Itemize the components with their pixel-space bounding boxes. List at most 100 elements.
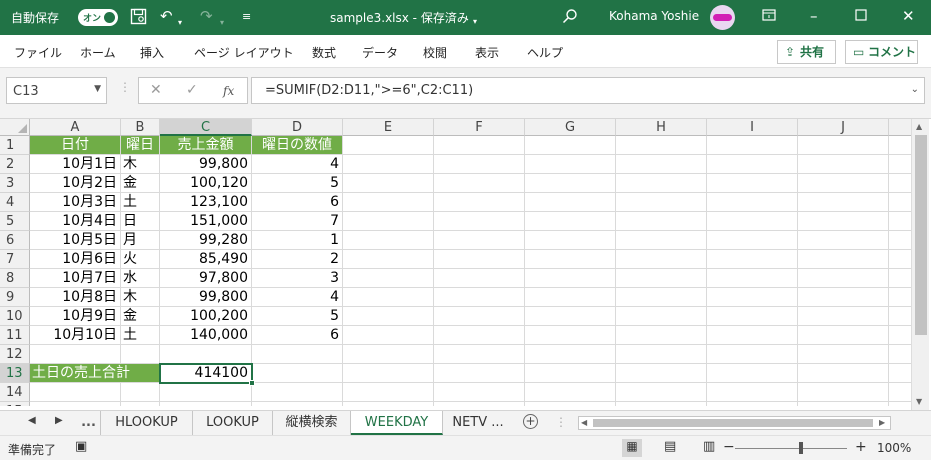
grid-cell[interactable] [343, 231, 434, 250]
grid-cell[interactable] [434, 326, 525, 345]
grid-cell[interactable] [616, 364, 707, 383]
grid-cell[interactable] [343, 136, 434, 155]
tab-review[interactable]: 校閲 [423, 44, 447, 61]
row-header[interactable]: 4 [0, 193, 30, 212]
formula-input[interactable]: =SUMIF(D2:D11,">=6",C2:C11) ⌄ [251, 77, 925, 104]
row-header[interactable]: 7 [0, 250, 30, 269]
ribbon-display-icon[interactable] [762, 8, 776, 26]
grid-cell[interactable] [798, 155, 889, 174]
grid-cell[interactable]: 3 [252, 269, 343, 288]
column-header-k[interactable] [889, 119, 911, 136]
grid-cell[interactable] [434, 174, 525, 193]
tab-formulas[interactable]: 数式 [312, 44, 336, 61]
grid-cell[interactable]: 木 [121, 288, 160, 307]
grid-cell[interactable] [525, 326, 616, 345]
macro-record-icon[interactable]: ▣ [75, 439, 87, 454]
grid-cell[interactable] [707, 193, 798, 212]
grid-cell[interactable]: 木 [121, 155, 160, 174]
row-header[interactable]: 15 [0, 402, 30, 406]
grid-cell[interactable] [30, 383, 121, 402]
grid-cell[interactable]: 10月6日 [30, 250, 121, 269]
grid-cell[interactable] [121, 383, 160, 402]
grid-cell[interactable] [525, 364, 616, 383]
grid-cell[interactable]: 123,100 [160, 193, 252, 212]
grid-cell[interactable] [434, 269, 525, 288]
grid-cell[interactable] [616, 212, 707, 231]
grid-cell[interactable]: 99,800 [160, 288, 252, 307]
grid-cell[interactable] [707, 155, 798, 174]
row-header[interactable]: 12 [0, 345, 30, 364]
scroll-up-icon[interactable]: ▲ [916, 122, 922, 131]
grid-cell[interactable] [525, 174, 616, 193]
tab-file[interactable]: ファイル [14, 44, 62, 61]
more-sheets-button[interactable]: ... [77, 411, 101, 435]
grid-cell[interactable] [343, 174, 434, 193]
row-header[interactable]: 6 [0, 231, 30, 250]
row-header[interactable]: 9 [0, 288, 30, 307]
grid-cell[interactable] [889, 250, 911, 269]
grid-cell[interactable] [525, 307, 616, 326]
grid-cell[interactable] [525, 193, 616, 212]
grid-cell[interactable] [707, 383, 798, 402]
grid-cell[interactable] [707, 174, 798, 193]
minimize-icon[interactable]: – [810, 8, 818, 25]
grid-cell[interactable] [343, 326, 434, 345]
grid-cell[interactable] [343, 307, 434, 326]
grid-cell[interactable] [616, 402, 707, 406]
prev-sheet-icon[interactable]: ◀ [28, 415, 36, 426]
grid-cell[interactable] [343, 212, 434, 231]
grid-cell[interactable] [889, 364, 911, 383]
grid-cell[interactable] [889, 231, 911, 250]
grid-cell[interactable] [798, 269, 889, 288]
redo-icon[interactable]: ↷ [200, 8, 213, 25]
grid-cell[interactable] [707, 326, 798, 345]
grid-cell[interactable] [798, 364, 889, 383]
grid-cell[interactable] [707, 250, 798, 269]
grid-cell[interactable] [889, 288, 911, 307]
grid-cell[interactable] [525, 345, 616, 364]
tab-insert[interactable]: 挿入 [140, 44, 164, 61]
tab-home[interactable]: ホーム [80, 44, 116, 61]
row-header[interactable]: 14 [0, 383, 30, 402]
grid-cell[interactable]: 10月2日 [30, 174, 121, 193]
grid-cell[interactable]: 151,000 [160, 212, 252, 231]
grid-cell[interactable] [616, 383, 707, 402]
row-header[interactable]: 5 [0, 212, 30, 231]
grid-cell[interactable] [889, 269, 911, 288]
grid-cell[interactable] [434, 307, 525, 326]
grid-cell[interactable] [616, 269, 707, 288]
grid-cell[interactable] [525, 231, 616, 250]
grid-cell[interactable] [30, 345, 121, 364]
grid-cell[interactable] [525, 155, 616, 174]
grid-cell[interactable] [252, 345, 343, 364]
grid-cell[interactable]: 土 [121, 326, 160, 345]
grid-cell[interactable] [160, 383, 252, 402]
grid-cell[interactable]: 10月9日 [30, 307, 121, 326]
grid-cell[interactable] [616, 155, 707, 174]
save-icon[interactable] [130, 8, 147, 29]
tab-data[interactable]: データ [362, 44, 398, 61]
grid-cell[interactable]: 金 [121, 174, 160, 193]
grid-cell[interactable] [343, 193, 434, 212]
grid-cell[interactable] [889, 345, 911, 364]
grid-cell[interactable]: 火 [121, 250, 160, 269]
grid-cell[interactable]: 6 [252, 326, 343, 345]
select-all-button[interactable] [0, 119, 30, 136]
grid-cell[interactable] [798, 174, 889, 193]
grid-cell[interactable] [525, 288, 616, 307]
grid-cell[interactable] [434, 231, 525, 250]
zoom-in-icon[interactable]: + [855, 439, 867, 455]
grid-cell[interactable] [525, 402, 616, 406]
column-header-d[interactable]: D [252, 119, 343, 136]
close-icon[interactable]: ✕ [902, 8, 915, 25]
grid-cell[interactable] [889, 155, 911, 174]
name-box[interactable]: C13 ▼ [6, 77, 107, 104]
grid-cell[interactable] [616, 250, 707, 269]
comment-button[interactable]: ▭ コメント [845, 40, 918, 64]
grid-cell[interactable] [160, 345, 252, 364]
grid-cell[interactable] [525, 212, 616, 231]
grid-cell[interactable] [889, 383, 911, 402]
grid-cell[interactable] [798, 231, 889, 250]
row-header[interactable]: 2 [0, 155, 30, 174]
sheet-tab-netv[interactable]: NETV ... [443, 411, 513, 435]
